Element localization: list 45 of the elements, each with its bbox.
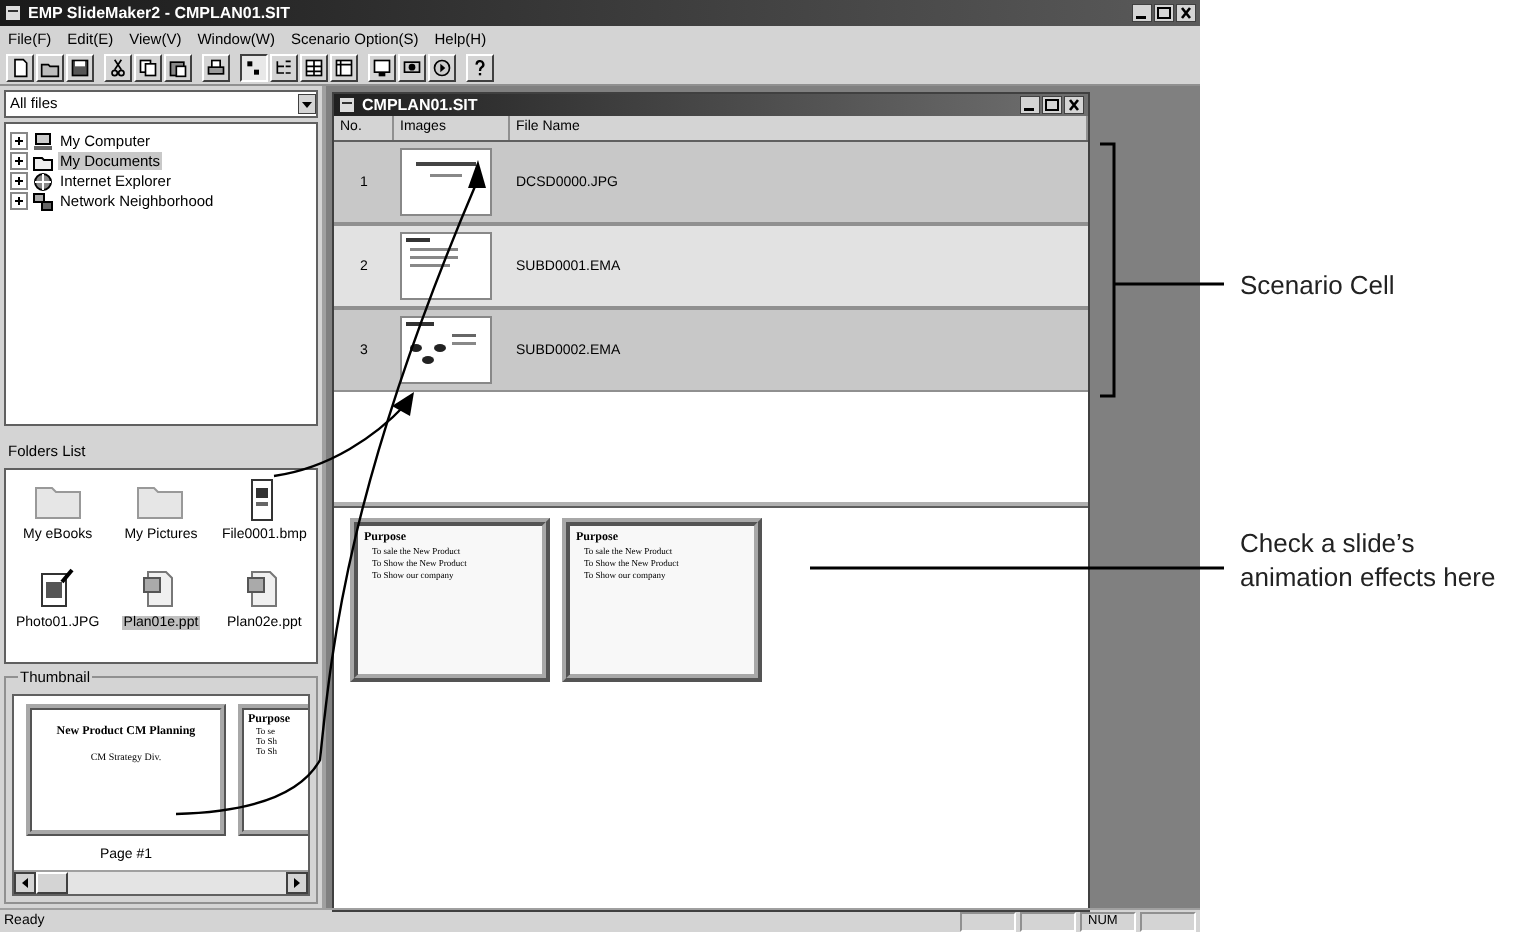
grid-button[interactable] — [300, 54, 328, 82]
scroll-thumb[interactable] — [36, 872, 68, 894]
printer-button[interactable] — [202, 54, 230, 82]
scroll-left-button[interactable] — [14, 872, 36, 894]
maximize-button[interactable] — [1042, 96, 1062, 114]
copy-button[interactable] — [134, 54, 162, 82]
status-panel — [1020, 911, 1076, 931]
window-title: CMPLAN01.SIT — [362, 96, 478, 114]
expand-toggle[interactable] — [10, 192, 28, 211]
folder-icon — [32, 151, 54, 172]
expand-toggle[interactable] — [10, 172, 28, 191]
minimize-button[interactable] — [1020, 96, 1040, 114]
callout-text: Check a slide’s animation effects here — [1240, 526, 1498, 594]
folder-button[interactable] — [36, 54, 64, 82]
close-button[interactable] — [1176, 4, 1196, 22]
play-button[interactable] — [428, 54, 456, 82]
slide-thumbnail[interactable] — [400, 148, 492, 216]
document-icon — [338, 96, 356, 114]
help-button[interactable] — [466, 54, 494, 82]
maximize-button[interactable] — [1154, 4, 1174, 22]
status-panel — [960, 911, 1016, 931]
clipboard-button[interactable] — [164, 54, 192, 82]
minimize-button[interactable] — [1132, 4, 1152, 22]
expand-toggle[interactable] — [10, 152, 28, 171]
app-icon — [4, 4, 22, 22]
save-button[interactable] — [66, 54, 94, 82]
status-panel — [1140, 911, 1196, 931]
list-view-button[interactable] — [240, 54, 268, 82]
callout-text: Scenario Cell — [1240, 268, 1397, 302]
globe-icon — [32, 171, 54, 192]
close-button[interactable] — [1064, 96, 1084, 114]
tree-view-button[interactable] — [270, 54, 298, 82]
computer-icon — [32, 131, 54, 152]
table-button[interactable] — [330, 54, 358, 82]
slide-thumbnail[interactable] — [400, 316, 492, 384]
window-title: EMP SlideMaker2 - CMPLAN01.SIT — [28, 4, 290, 22]
expand-toggle[interactable] — [10, 132, 28, 151]
new-file-button[interactable] — [6, 54, 34, 82]
slide-thumbnail[interactable] — [400, 232, 492, 300]
network-icon — [32, 191, 54, 212]
scissors-button[interactable] — [104, 54, 132, 82]
screen-button[interactable] — [398, 54, 426, 82]
dropdown-arrow-icon[interactable] — [298, 93, 316, 114]
scroll-right-button[interactable] — [286, 872, 308, 894]
monitor-button[interactable] — [368, 54, 396, 82]
